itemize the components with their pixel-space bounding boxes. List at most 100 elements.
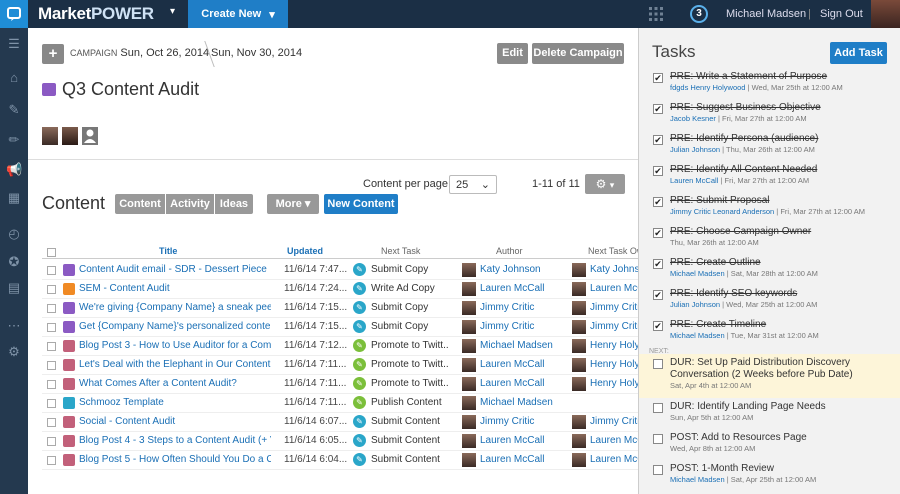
- table-row[interactable]: Schmooz Template 11/6/14 7:11... ✎ Publish …: [42, 394, 638, 413]
- edit-button[interactable]: Edit: [497, 43, 528, 64]
- per-page-select[interactable]: 25 ⌄: [449, 175, 497, 194]
- row-next-task[interactable]: Submit Content: [371, 454, 449, 465]
- task-title[interactable]: DUR: Identify Landing Page Needs: [670, 401, 895, 413]
- settings-dropdown-button[interactable]: ⚙ ▾: [585, 174, 625, 194]
- task-title[interactable]: PRE: Identify All Content Needed: [670, 164, 895, 176]
- task-title[interactable]: PRE: Create Timeline: [670, 319, 895, 331]
- task-checkbox[interactable]: [653, 403, 663, 413]
- settings-icon[interactable]: ⚙: [6, 344, 22, 360]
- new-content-button[interactable]: New Content: [324, 194, 398, 214]
- task-checkbox[interactable]: [653, 434, 663, 444]
- member-avatar-placeholder[interactable]: [82, 127, 98, 145]
- bulb-icon[interactable]: ✎: [6, 102, 22, 118]
- task-checkbox[interactable]: ✔: [653, 166, 663, 176]
- row-author-link[interactable]: Lauren McCall: [480, 359, 568, 370]
- row-next-task[interactable]: Promote to Twitt...: [371, 340, 449, 351]
- chevron-down-icon[interactable]: ▾: [170, 6, 175, 17]
- row-next-task[interactable]: Promote to Twitt...: [371, 378, 449, 389]
- row-title-link[interactable]: Blog Post 3 - How to Use Auditor for a C…: [79, 340, 271, 351]
- row-checkbox[interactable]: [47, 323, 56, 332]
- user-name[interactable]: Michael Madsen: [726, 8, 806, 20]
- row-checkbox[interactable]: [47, 361, 56, 370]
- task-title[interactable]: PRE: Identify SEO keywords: [670, 288, 895, 300]
- star-icon[interactable]: ✪: [6, 254, 22, 270]
- add-icon[interactable]: +: [42, 44, 64, 64]
- task-assignee[interactable]: Julian Johnson: [670, 145, 720, 154]
- row-owner-link[interactable]: Jimmy Critic: [590, 416, 638, 427]
- row-checkbox[interactable]: [47, 399, 56, 408]
- row-author-link[interactable]: Jimmy Critic: [480, 302, 568, 313]
- row-checkbox[interactable]: [47, 418, 56, 427]
- row-title-link[interactable]: Get {Company Name}'s personalized conten…: [79, 321, 271, 332]
- tab-ideas[interactable]: Ideas: [215, 194, 253, 214]
- row-checkbox[interactable]: [47, 304, 56, 313]
- menu-icon[interactable]: ☰: [6, 36, 22, 52]
- app-grid-icon[interactable]: [648, 6, 664, 22]
- task-checkbox[interactable]: ✔: [653, 228, 663, 238]
- more-icon[interactable]: ⋯: [6, 318, 22, 334]
- more-button[interactable]: More ▾: [267, 194, 319, 214]
- row-title-link[interactable]: Social - Content Audit: [79, 416, 271, 427]
- row-owner-link[interactable]: Henry Holywood: [590, 340, 638, 351]
- compass-icon[interactable]: ◴: [6, 226, 22, 242]
- row-author-link[interactable]: Lauren McCall: [480, 454, 568, 465]
- table-row[interactable]: Get {Company Name}'s personalized conten…: [42, 318, 638, 337]
- tab-activity[interactable]: Activity: [166, 194, 214, 214]
- row-next-task[interactable]: Submit Content: [371, 435, 449, 446]
- user-avatar[interactable]: [871, 0, 900, 28]
- brand-logo[interactable]: MarketPOWER: [38, 4, 154, 24]
- row-checkbox[interactable]: [47, 380, 56, 389]
- table-row[interactable]: Content Audit email - SDR - Dessert Piec…: [42, 261, 638, 280]
- row-owner-link[interactable]: Lauren McCall: [590, 454, 638, 465]
- table-row[interactable]: Blog Post 4 - 3 Steps to a Content Audit…: [42, 432, 638, 451]
- row-owner-link[interactable]: Henry Holywood: [590, 378, 638, 389]
- task-assignee[interactable]: Lauren McCall: [670, 176, 718, 185]
- sign-out-link[interactable]: Sign Out: [820, 8, 863, 20]
- row-title-link[interactable]: SEM - Content Audit: [79, 283, 271, 294]
- row-checkbox[interactable]: [47, 456, 56, 465]
- row-next-task[interactable]: Write Ad Copy: [371, 283, 449, 294]
- delete-campaign-button[interactable]: Delete Campaign: [532, 43, 624, 64]
- task-title[interactable]: DUR: Set Up Paid Distribution Discovery …: [670, 357, 895, 381]
- row-owner-link[interactable]: Henry Holywood: [590, 359, 638, 370]
- row-title-link[interactable]: Blog Post 4 - 3 Steps to a Content Audit…: [79, 435, 271, 446]
- member-avatar[interactable]: [62, 127, 78, 145]
- table-row[interactable]: Let's Deal with the Elephant in Our Cont…: [42, 356, 638, 375]
- task-assignee[interactable]: Jacob Kesner: [670, 114, 716, 123]
- row-next-task[interactable]: Submit Copy: [371, 302, 449, 313]
- task-title[interactable]: PRE: Suggest Business Objective: [670, 102, 895, 114]
- task-title[interactable]: PRE: Write a Statement of Purpose: [670, 71, 895, 83]
- task-title[interactable]: PRE: Identify Persona (audience): [670, 133, 895, 145]
- row-checkbox[interactable]: [47, 437, 56, 446]
- chart-icon[interactable]: ▤: [6, 280, 22, 296]
- col-title[interactable]: Title: [159, 246, 177, 256]
- row-next-task[interactable]: Promote to Twitt...: [371, 359, 449, 370]
- task-assignee[interactable]: Michael Madsen: [670, 269, 725, 278]
- task-assignee[interactable]: Julian Johnson: [670, 300, 720, 309]
- task-checkbox[interactable]: ✔: [653, 321, 663, 331]
- member-avatar[interactable]: [42, 127, 58, 145]
- table-row[interactable]: We're giving {Company Name} a sneak peek…: [42, 299, 638, 318]
- row-author-link[interactable]: Jimmy Critic: [480, 416, 568, 427]
- tab-content[interactable]: Content: [115, 194, 165, 214]
- task-assignee[interactable]: Jimmy Critic Leonard Anderson: [670, 207, 774, 216]
- task-checkbox[interactable]: ✔: [653, 104, 663, 114]
- row-author-link[interactable]: Lauren McCall: [480, 435, 568, 446]
- table-row[interactable]: What Comes After a Content Audit? 11/6/14…: [42, 375, 638, 394]
- row-title-link[interactable]: What Comes After a Content Audit?: [79, 378, 271, 389]
- select-all-checkbox[interactable]: [47, 248, 56, 257]
- row-title-link[interactable]: Let's Deal with the Elephant in Our Cont…: [79, 359, 271, 370]
- task-checkbox[interactable]: [653, 359, 663, 369]
- row-next-task[interactable]: Publish Content: [371, 397, 449, 408]
- row-owner-link[interactable]: Jimmy Critic: [590, 302, 638, 313]
- task-assignee[interactable]: Michael Madsen: [670, 331, 725, 340]
- table-row[interactable]: Blog Post 3 - How to Use Auditor for a C…: [42, 337, 638, 356]
- create-new-button[interactable]: Create New ▾: [188, 0, 288, 28]
- row-next-task[interactable]: Submit Copy: [371, 264, 449, 275]
- table-row[interactable]: Blog Post 5 - How Often Should You Do a …: [42, 451, 638, 470]
- task-title[interactable]: PRE: Choose Campaign Owner: [670, 226, 895, 238]
- row-author-link[interactable]: Michael Madsen: [480, 340, 568, 351]
- col-next-task-owner[interactable]: Next Task Ow: [588, 246, 638, 256]
- row-owner-link[interactable]: Lauren McCall: [590, 435, 638, 446]
- logo-icon[interactable]: [0, 0, 28, 28]
